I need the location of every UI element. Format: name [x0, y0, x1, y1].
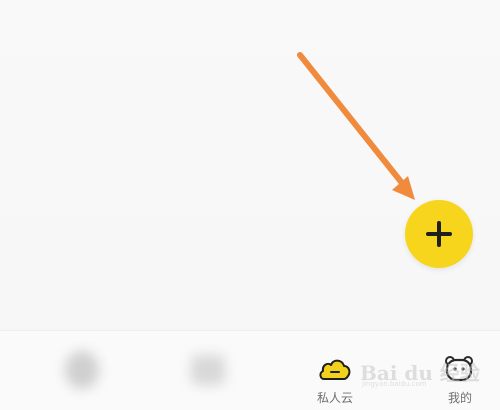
cloud-icon — [319, 359, 351, 380]
app-screen: 私人云 我的 Bai du 经验 jingyan.baidu.com — [0, 0, 500, 410]
nav-item-2[interactable] — [165, 331, 265, 410]
nav-item-1[interactable] — [40, 331, 140, 410]
nav-item-label: 私人云 — [316, 391, 353, 405]
annotation-arrow — [297, 52, 415, 200]
plus-icon — [424, 219, 454, 249]
bear-icon — [445, 356, 473, 382]
bottom-nav-bar: 私人云 我的 — [0, 330, 500, 410]
nav-item-me[interactable]: 我的 — [410, 331, 500, 410]
add-button[interactable] — [405, 200, 473, 268]
blurred-nav-icon — [65, 351, 99, 389]
nav-item-private-cloud[interactable]: 私人云 — [285, 331, 385, 410]
blurred-nav-icon — [191, 355, 225, 385]
nav-item-label: 我的 — [447, 391, 472, 405]
